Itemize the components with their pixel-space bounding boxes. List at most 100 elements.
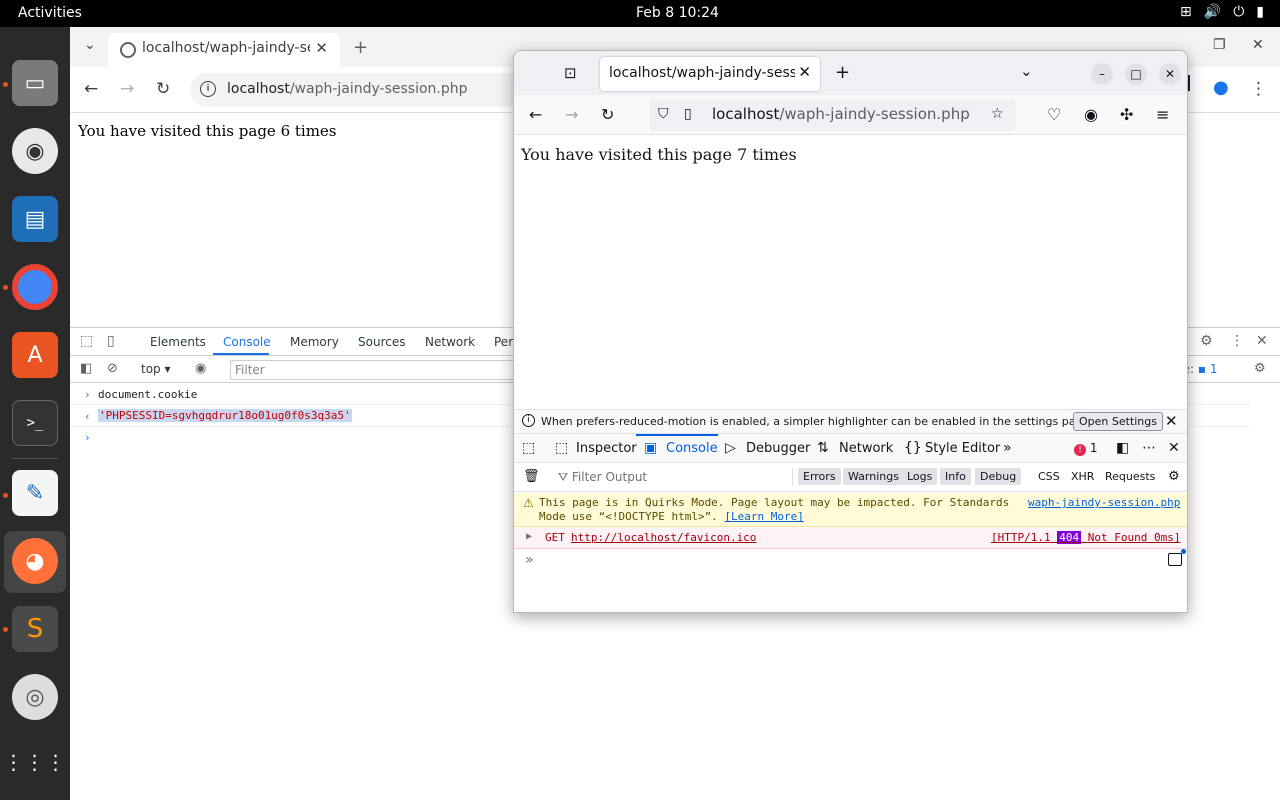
devtools-tab-elements[interactable]: Elements [150,335,206,349]
filter-xhr-button[interactable]: XHR [1071,470,1094,483]
firefox-icon[interactable]: ◕ [12,538,58,584]
devtools-tab-network[interactable]: Network [425,335,475,349]
devtools-tab-sources[interactable]: Sources [358,335,405,349]
notification-text: When prefers-reduced-motion is enabled, … [541,415,1132,428]
filter-logs-button[interactable]: Logs [902,468,938,485]
sidebar-toggle-icon[interactable]: ◧ [80,361,92,376]
expand-triangle-icon[interactable]: ▶ [526,531,532,542]
back-arrow-icon[interactable]: ← [529,105,542,124]
restore-window-icon[interactable]: ❐ [1213,37,1226,53]
filter-debug-button[interactable]: Debug [975,468,1022,485]
chrome-icon[interactable] [12,264,58,310]
open-settings-button[interactable]: Open Settings [1073,412,1163,431]
chrome-tab[interactable]: localhost/waph-jaindy-se ✕ [108,33,340,67]
terminal-icon[interactable]: >_ [12,400,58,446]
reload-icon[interactable]: ↻ [156,79,170,99]
chrome-menu-icon[interactable]: ⋮ [1250,79,1267,99]
show-apps-icon[interactable]: ⋮⋮⋮ [4,739,66,785]
files-icon[interactable]: ▭ [12,60,58,106]
forward-arrow-icon[interactable]: → [565,105,578,124]
filter-info-button[interactable]: Info [940,468,971,485]
device-toolbar-icon[interactable]: ▯ [107,333,115,349]
extensions-puzzle-icon[interactable]: ✣ [1120,105,1133,124]
close-devtools-icon[interactable]: ✕ [1168,440,1180,456]
more-tools-chevron-icon[interactable]: » [1003,440,1012,456]
new-tab-icon[interactable]: + [353,37,368,58]
page-info-icon[interactable]: ▯ [684,106,692,122]
rhythmbox-icon[interactable]: ◉ [12,128,58,174]
devtools-menu-icon[interactable]: ⋮ [1230,333,1244,349]
devtools-tab-performance[interactable]: Per [494,335,513,349]
devtools-tab-debugger[interactable]: Debugger [746,441,810,456]
console-settings-gear-icon[interactable]: ⚙ [1168,469,1180,484]
console-input-area[interactable]: » [514,549,1187,575]
filter-warnings-button[interactable]: Warnings [843,468,904,485]
response-status[interactable]: [HTTP/1.1 404 Not Found 0ms] [991,531,1180,544]
devtools-menu-icon[interactable]: ⋯ [1142,440,1156,456]
console-result-string[interactable]: 'PHPSESSID=sgvhgqdrur18o01ug0f0s3q3a5' [98,409,352,422]
app-center-icon[interactable]: A [12,332,58,378]
system-tray[interactable]: ⊞ 🔊 ⏻ ▮ [1180,4,1264,20]
network-error-row[interactable]: ▶ GET http://localhost/favicon.ico [HTTP… [514,527,1187,549]
close-tab-icon[interactable]: ✕ [798,63,811,81]
close-window-icon[interactable]: ✕ [1252,37,1264,53]
filter-output-input[interactable]: ⛛ Filter Output [558,470,647,485]
new-tab-icon[interactable]: + [835,62,850,83]
firefox-view-icon[interactable]: ⊡ [564,64,577,82]
inspect-element-icon[interactable]: ⬚ [80,333,93,349]
trash-icon[interactable]: 🗑 [523,469,540,484]
account-icon[interactable]: ◉ [1084,105,1098,124]
chrome-tab-title: localhost/waph-jaindy-se [142,40,310,56]
tab-search-chevron-icon[interactable]: ⌄ [84,37,96,53]
writer-icon[interactable]: ▤ [12,196,58,242]
close-devtools-icon[interactable]: ✕ [1256,333,1268,349]
clear-console-icon[interactable]: ⊘ [107,361,118,376]
context-selector[interactable]: top ▾ [141,362,171,376]
dock-side-icon[interactable]: ◧ [1116,440,1129,456]
devtools-tab-console[interactable]: Console [223,335,271,349]
request-url-link[interactable]: http://localhost/favicon.ico [571,531,756,544]
console-settings-gear-icon[interactable]: ⚙ [1254,361,1266,376]
filter-requests-button[interactable]: Requests [1105,470,1155,483]
maximize-icon[interactable]: □ [1125,63,1147,85]
editor-mode-icon[interactable] [1168,549,1186,566]
sublime-icon[interactable]: S [12,606,58,652]
learn-more-link[interactable]: [Learn More] [724,510,803,523]
hamburger-menu-icon[interactable]: ≡ [1156,105,1169,124]
text-editor-icon[interactable]: ✎ [12,470,58,516]
devtools-tab-style-editor[interactable]: Style Editor [925,441,1000,456]
profile-avatar-icon[interactable]: ● [1213,77,1229,98]
devtools-tab-inspector[interactable]: Inspector [576,441,637,456]
devtools-tab-memory[interactable]: Memory [290,335,339,349]
bookmark-star-icon[interactable]: ☆ [991,106,1004,122]
list-tabs-chevron-icon[interactable]: ⌄ [1020,62,1033,80]
devtools-tab-console[interactable]: Console [666,441,718,456]
close-window-icon[interactable]: ✕ [1159,63,1181,85]
dvd-icon[interactable]: ◎ [12,674,58,720]
close-tab-icon[interactable]: ✕ [315,39,328,57]
forward-arrow-icon[interactable]: → [120,79,134,99]
clock[interactable]: Feb 8 10:24 [636,5,719,21]
firefox-devtools-tabs: ⬚ ⬚ Inspector ▣ Console ▷ Debugger ⇅ Net… [514,433,1187,463]
console-filter-input[interactable]: Filter [230,360,530,380]
pocket-icon[interactable]: ♡ [1047,105,1061,124]
reload-icon[interactable]: ↻ [601,105,614,124]
activities-button[interactable]: Activities [18,5,82,21]
live-expression-eye-icon[interactable]: ◉ [195,361,206,376]
firefox-address-bar[interactable]: ⛉ ▯ localhost/waph-jaindy-session.php ☆ [650,99,1016,131]
warning-source-link[interactable]: waph-jaindy-session.php [1028,496,1180,509]
settings-gear-icon[interactable]: ⚙ [1200,333,1213,349]
site-info-icon[interactable]: i [200,81,216,97]
minimize-icon[interactable]: – [1091,63,1113,85]
error-count-badge[interactable]: ! 1 [1074,441,1097,456]
element-picker-icon[interactable]: ⬚ [522,440,535,456]
firefox-url[interactable]: localhost/waph-jaindy-session.php [712,105,970,123]
filter-errors-button[interactable]: Errors [798,468,841,485]
back-arrow-icon[interactable]: ← [84,79,98,99]
close-notification-icon[interactable]: ✕ [1165,412,1178,430]
devtools-tab-network[interactable]: Network [839,441,893,456]
firefox-tab[interactable]: localhost/waph-jaindy-sessio ✕ [600,57,820,91]
tracking-shield-icon[interactable]: ⛉ [658,106,669,122]
filter-css-button[interactable]: CSS [1038,470,1060,483]
chrome-url[interactable]: localhost/waph-jaindy-session.php [227,81,468,97]
